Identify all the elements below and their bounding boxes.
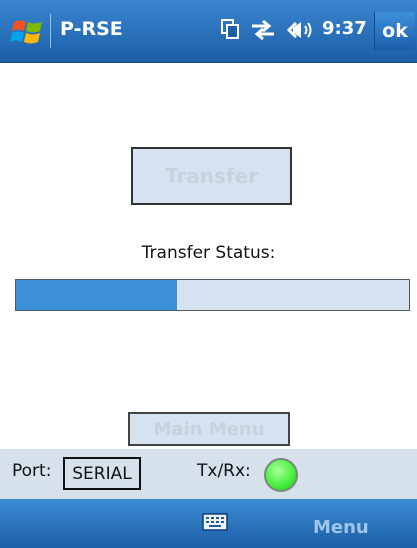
- softkey-bar: Menu: [0, 499, 417, 548]
- title-separator: [50, 14, 51, 48]
- app-title: P-RSE: [60, 18, 123, 40]
- transfer-button[interactable]: Transfer: [131, 147, 292, 205]
- transfer-progress-bar: [15, 279, 410, 311]
- keyboard-icon[interactable]: [202, 513, 228, 531]
- clock[interactable]: 9:37: [322, 18, 367, 39]
- progress-fill: [16, 280, 178, 310]
- main-menu-button[interactable]: Main Menu: [128, 412, 290, 446]
- connectivity-icon[interactable]: [250, 19, 276, 41]
- txrx-label: Tx/Rx:: [197, 461, 251, 481]
- txrx-status-led-icon: [264, 458, 298, 492]
- ok-button[interactable]: ok: [374, 12, 415, 50]
- port-label: Port:: [12, 461, 52, 481]
- port-value-field: SERIAL: [63, 457, 141, 490]
- volume-icon[interactable]: [287, 19, 313, 41]
- title-bar: P-RSE 9:37 ok: [0, 0, 417, 63]
- menu-softkey[interactable]: Menu: [313, 517, 369, 538]
- windows-flag-icon[interactable]: [10, 16, 46, 48]
- transfer-status-label: Transfer Status:: [141, 243, 276, 263]
- copy-icon[interactable]: [221, 19, 239, 39]
